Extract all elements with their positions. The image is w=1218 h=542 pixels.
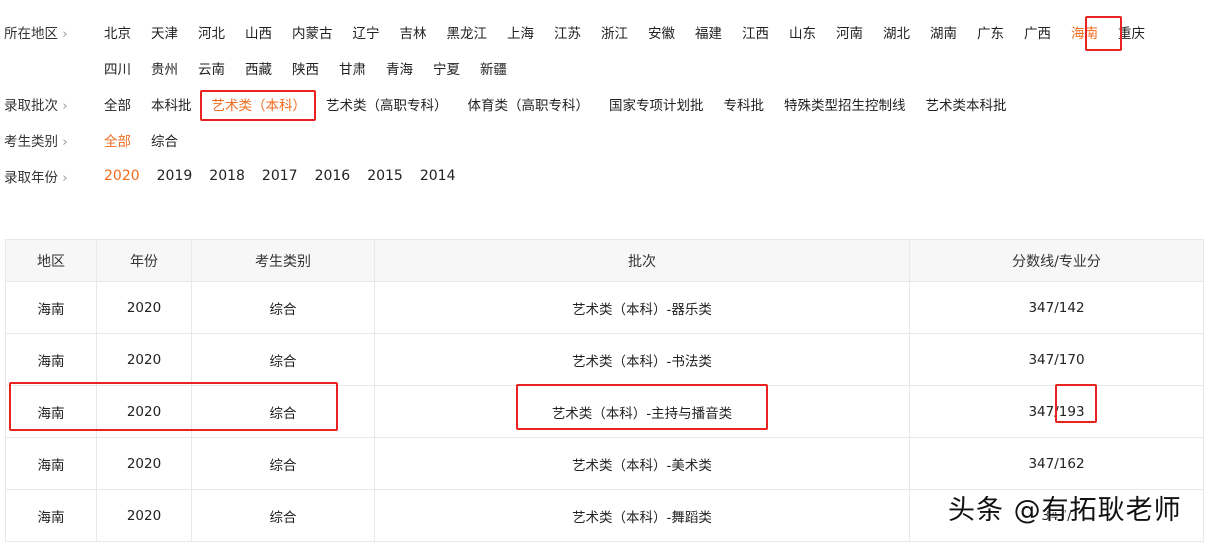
filter-option[interactable]: 江西 — [742, 22, 769, 42]
filter-option[interactable]: 本科批 — [151, 94, 192, 114]
filter-option[interactable]: 黑龙江 — [447, 22, 488, 42]
filter-option[interactable]: 2016 — [315, 168, 351, 184]
table-header: 地区 年份 考生类别 批次 分数线/专业分 — [5, 239, 1204, 282]
filter-option[interactable]: 全部 — [104, 130, 131, 150]
table-cell: 艺术类（本科）-主持与播音类 — [374, 385, 910, 438]
filter-label: 考生类别 — [4, 130, 99, 150]
filter-option[interactable]: 湖南 — [930, 22, 957, 42]
filter-option[interactable]: 江苏 — [554, 22, 581, 42]
filter-option[interactable]: 体育类（高职专科） — [468, 94, 590, 114]
table-cell: 海南 — [5, 333, 97, 386]
table-cell: 艺术类（本科）-舞蹈类 — [374, 489, 910, 542]
filter-option[interactable]: 河北 — [198, 22, 225, 42]
filter-option[interactable]: 四川 — [104, 58, 131, 78]
table-cell: 2020 — [96, 385, 192, 438]
filter-option[interactable]: 广东 — [977, 22, 1004, 42]
filter-option[interactable]: 艺术类本科批 — [926, 94, 1007, 114]
table-cell: 艺术类（本科）-书法类 — [374, 333, 910, 386]
filter-label: 录取批次 — [4, 94, 99, 114]
table-cell: 综合 — [191, 437, 375, 490]
filter-option[interactable]: 河南 — [836, 22, 863, 42]
filter-option[interactable]: 西藏 — [245, 58, 272, 78]
filter-option[interactable]: 国家专项计划批 — [609, 94, 704, 114]
filter-option[interactable]: 安徽 — [648, 22, 675, 42]
filter-option[interactable]: 专科批 — [724, 94, 765, 114]
filter-option[interactable]: 2014 — [420, 168, 456, 184]
filter-option[interactable]: 宁夏 — [433, 58, 460, 78]
filter-option[interactable]: 甘肃 — [339, 58, 366, 78]
filter-option[interactable]: 海南 — [1071, 22, 1098, 42]
filter-option[interactable]: 天津 — [151, 22, 178, 42]
filter-option[interactable]: 浙江 — [601, 22, 628, 42]
filter-option[interactable]: 特殊类型招生控制线 — [784, 94, 906, 114]
table-cell: 综合 — [191, 333, 375, 386]
filter-label: 录取年份 — [4, 166, 99, 186]
table-cell: 347/193 — [909, 385, 1204, 438]
filter-option[interactable]: 2017 — [262, 168, 298, 184]
table-cell: 海南 — [5, 281, 97, 334]
table-row: 海南 2020 综合 艺术类（本科）-书法类 347/170 — [5, 333, 1204, 386]
table-cell: 综合 — [191, 385, 375, 438]
table-row: 海南 2020 综合 艺术类（本科）-主持与播音类 347/193 — [5, 385, 1204, 438]
table-cell: 347/170 — [909, 333, 1204, 386]
column-header: 批次 — [374, 239, 910, 282]
filter-option[interactable]: 青海 — [386, 58, 413, 78]
filter-option[interactable]: 2018 — [209, 168, 245, 184]
table-cell: 2020 — [96, 437, 192, 490]
table-cell: 2020 — [96, 281, 192, 334]
column-header: 年份 — [96, 239, 192, 282]
filter-option[interactable]: 2019 — [157, 168, 193, 184]
filter-option[interactable]: 内蒙古 — [292, 22, 333, 42]
filter-option[interactable]: 山东 — [789, 22, 816, 42]
filter-option[interactable]: 广西 — [1024, 22, 1051, 42]
filter-option[interactable]: 北京 — [104, 22, 131, 42]
filter-option[interactable]: 贵州 — [151, 58, 178, 78]
filter-option[interactable]: 2015 — [367, 168, 403, 184]
filter-option[interactable]: 辽宁 — [353, 22, 380, 42]
table-cell: 347/142 — [909, 281, 1204, 334]
table-cell: 海南 — [5, 385, 97, 438]
table-cell: 海南 — [5, 489, 97, 542]
filter-option[interactable]: 重庆 — [1118, 22, 1145, 42]
watermark: 头条 @有拓耿老师 — [948, 495, 1182, 526]
column-header: 地区 — [5, 239, 97, 282]
filter-label: 所在地区 — [4, 22, 99, 42]
filter-option[interactable]: 福建 — [695, 22, 722, 42]
filter-option[interactable]: 山西 — [245, 22, 272, 42]
filter-option[interactable]: 新疆 — [480, 58, 507, 78]
table-cell: 艺术类（本科）-美术类 — [374, 437, 910, 490]
table-row: 海南 2020 综合 艺术类（本科）-器乐类 347/142 — [5, 281, 1204, 334]
filter-option[interactable]: 全部 — [104, 94, 131, 114]
filter-option[interactable]: 吉林 — [400, 22, 427, 42]
filter-option[interactable]: 2020 — [104, 168, 140, 184]
filter-option[interactable]: 综合 — [151, 130, 178, 150]
filter-option[interactable]: 陕西 — [292, 58, 319, 78]
table-cell: 2020 — [96, 333, 192, 386]
filter-option[interactable]: 云南 — [198, 58, 225, 78]
table-cell: 347/162 — [909, 437, 1204, 490]
table-row: 海南 2020 综合 艺术类（本科）-美术类 347/162 — [5, 437, 1204, 490]
filter-option[interactable]: 艺术类（高职专科） — [326, 94, 448, 114]
table-cell: 2020 — [96, 489, 192, 542]
column-header: 分数线/专业分 — [909, 239, 1204, 282]
column-header: 考生类别 — [191, 239, 375, 282]
table-cell: 艺术类（本科）-器乐类 — [374, 281, 910, 334]
table-cell: 海南 — [5, 437, 97, 490]
table-cell: 综合 — [191, 281, 375, 334]
filter-option[interactable]: 艺术类（本科） — [212, 94, 307, 114]
filter-option[interactable]: 湖北 — [883, 22, 910, 42]
filter-option[interactable]: 上海 — [507, 22, 534, 42]
table-cell: 综合 — [191, 489, 375, 542]
